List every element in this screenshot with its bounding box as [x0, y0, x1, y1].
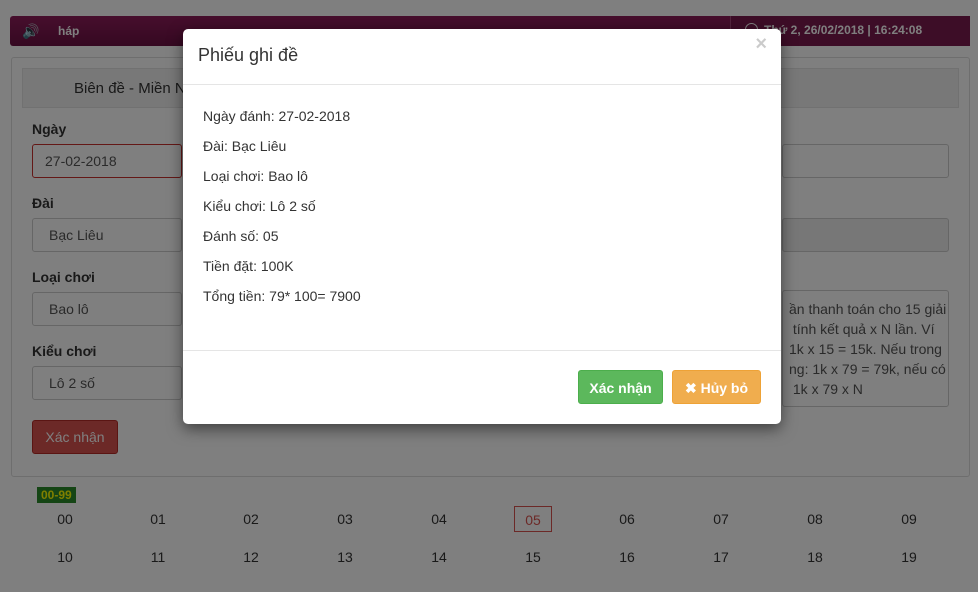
bet-slip-modal: Phiếu ghi đề × Ngày đánh: 27-02-2018 Đài…: [183, 29, 781, 424]
close-icon[interactable]: ×: [755, 33, 767, 56]
modal-footer: Xác nhận ✖ Hủy bỏ: [183, 351, 781, 423]
cancel-button[interactable]: ✖ Hủy bỏ: [672, 370, 761, 404]
slip-line-date: Ngày đánh: 27-02-2018: [203, 108, 351, 124]
modal-title: Phiếu ghi đề: [198, 45, 299, 65]
modal-body: Ngày đánh: 27-02-2018 Đài: Bạc Liêu Loại…: [183, 85, 781, 351]
slip-line-stake: Tiền đặt: 100K: [203, 258, 294, 274]
slip-line-play-type: Kiểu chơi: Lô 2 số: [203, 198, 316, 214]
modal-header: Phiếu ghi đề ×: [183, 29, 781, 85]
confirm-button[interactable]: Xác nhận: [578, 370, 663, 404]
slip-line-number: Đánh số: 05: [203, 228, 279, 244]
slip-line-total: Tổng tiền: 79* 100= 7900: [203, 288, 361, 304]
slip-line-station: Đài: Bạc Liêu: [203, 138, 287, 154]
slip-line-game-type: Loại chơi: Bao lô: [203, 168, 308, 184]
